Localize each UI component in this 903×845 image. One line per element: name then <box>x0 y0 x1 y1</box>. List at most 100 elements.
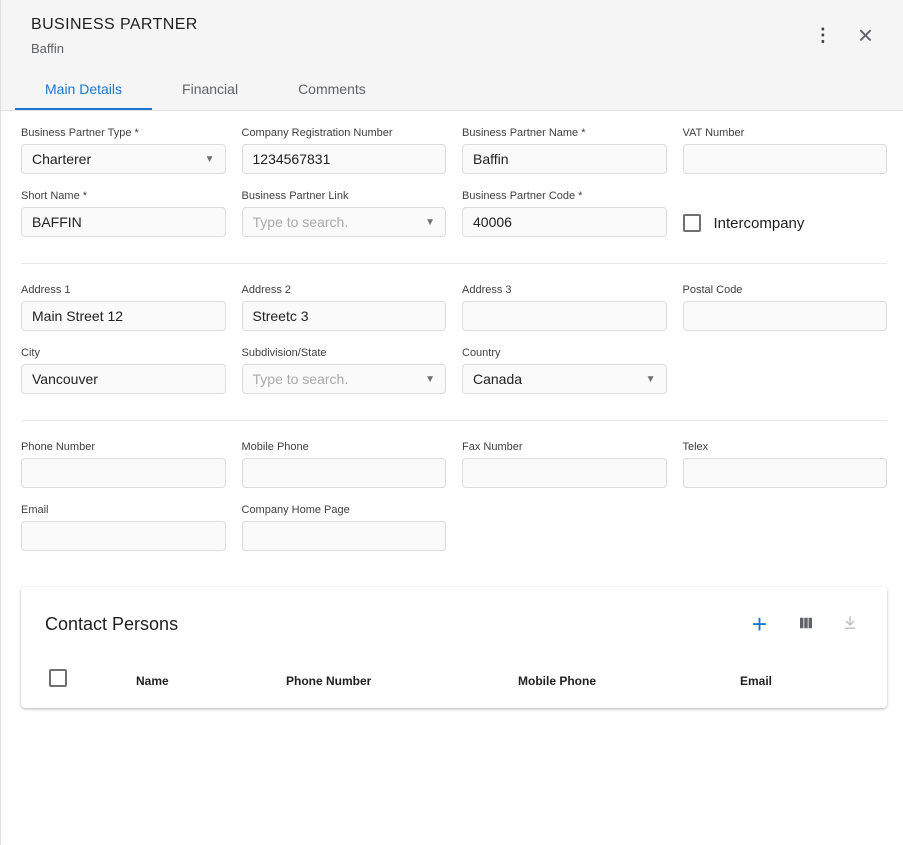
intercompany-label: Intercompany <box>714 215 805 232</box>
field-address-3: Address 3 <box>462 284 667 331</box>
subdivision-state-placeholder: Type to search. <box>253 371 349 387</box>
download-icon[interactable] <box>837 612 863 636</box>
select-all-checkbox[interactable] <box>49 669 67 687</box>
address-1-input[interactable] <box>21 301 226 331</box>
business-partner-type-label: Business Partner Type * <box>21 127 226 139</box>
contact-section: Phone Number Mobile Phone Fax Number Tel… <box>1 425 903 561</box>
tab-financial[interactable]: Financial <box>152 68 268 110</box>
field-address-2: Address 2 <box>242 284 447 331</box>
main-details-panel: Business Partner Type * Charterer ▼ Comp… <box>1 111 903 708</box>
field-intercompany: Intercompany <box>683 214 888 232</box>
mobile-phone-input[interactable] <box>242 458 447 488</box>
column-header-mobile-phone: Mobile Phone <box>498 674 720 688</box>
contact-persons-title: Contact Persons <box>45 614 178 635</box>
kebab-menu-icon[interactable]: ⋮ <box>806 24 840 46</box>
short-name-label: Short Name * <box>21 190 226 202</box>
business-partner-link-select[interactable]: Type to search. ▼ <box>242 207 447 237</box>
short-name-input[interactable] <box>21 207 226 237</box>
field-address-1: Address 1 <box>21 284 226 331</box>
add-contact-person-icon[interactable]: + <box>744 609 775 639</box>
dialog-header: BUSINESS PARTNER Baffin ⋮ × Main Details… <box>1 0 903 111</box>
tab-main-details[interactable]: Main Details <box>15 68 152 110</box>
address-3-input[interactable] <box>462 301 667 331</box>
header-actions: ⋮ × <box>806 16 881 50</box>
field-company-home-page: Company Home Page <box>242 504 447 551</box>
fax-number-label: Fax Number <box>462 441 667 453</box>
phone-number-input[interactable] <box>21 458 226 488</box>
field-business-partner-type: Business Partner Type * Charterer ▼ <box>21 127 226 174</box>
field-company-registration-number: Company Registration Number <box>242 127 447 174</box>
business-partner-link-label: Business Partner Link <box>242 190 447 202</box>
vat-number-label: VAT Number <box>683 127 888 139</box>
field-vat-number: VAT Number <box>683 127 888 174</box>
address-1-label: Address 1 <box>21 284 226 296</box>
fax-number-input[interactable] <box>462 458 667 488</box>
country-select[interactable]: Canada ▼ <box>462 364 667 394</box>
contact-persons-header: Contact Persons + <box>21 587 887 645</box>
email-input[interactable] <box>21 521 226 551</box>
city-input[interactable] <box>21 364 226 394</box>
field-phone-number: Phone Number <box>21 441 226 488</box>
contact-persons-actions: + <box>744 609 863 639</box>
page-title: BUSINESS PARTNER <box>31 16 198 34</box>
field-mobile-phone: Mobile Phone <box>242 441 447 488</box>
field-city: City <box>21 347 226 394</box>
company-home-page-input[interactable] <box>242 521 447 551</box>
business-partner-type-select[interactable]: Charterer ▼ <box>21 144 226 174</box>
address-3-label: Address 3 <box>462 284 667 296</box>
contact-persons-card: Contact Persons + <box>21 587 887 708</box>
column-header-name: Name <box>116 674 266 688</box>
vat-number-input[interactable] <box>683 144 888 174</box>
telex-label: Telex <box>683 441 888 453</box>
phone-number-label: Phone Number <box>21 441 226 453</box>
empty-cell <box>683 504 888 551</box>
field-fax-number: Fax Number <box>462 441 667 488</box>
email-label: Email <box>21 504 226 516</box>
field-business-partner-code: Business Partner Code * <box>462 190 667 237</box>
column-header-phone-number: Phone Number <box>266 674 498 688</box>
subdivision-state-select[interactable]: Type to search. ▼ <box>242 364 447 394</box>
page-subtitle: Baffin <box>31 41 198 56</box>
contact-persons-table-header: Name Phone Number Mobile Phone Email <box>21 669 887 692</box>
field-email: Email <box>21 504 226 551</box>
select-all-cell <box>21 669 116 692</box>
city-label: City <box>21 347 226 359</box>
section-divider <box>21 420 887 421</box>
header-titles: BUSINESS PARTNER Baffin <box>31 16 198 56</box>
business-partner-dialog: BUSINESS PARTNER Baffin ⋮ × Main Details… <box>1 0 903 708</box>
address-section: Address 1 Address 2 Address 3 Postal Cod… <box>1 268 903 404</box>
tab-comments[interactable]: Comments <box>268 68 396 110</box>
chevron-down-icon: ▼ <box>425 217 435 228</box>
company-home-page-label: Company Home Page <box>242 504 447 516</box>
column-settings-icon[interactable] <box>793 612 819 636</box>
intercompany-checkbox[interactable] <box>683 214 701 232</box>
chevron-down-icon: ▼ <box>205 154 215 165</box>
chevron-down-icon: ▼ <box>425 374 435 385</box>
address-2-input[interactable] <box>242 301 447 331</box>
business-partner-code-input[interactable] <box>462 207 667 237</box>
section-divider <box>21 263 887 264</box>
postal-code-label: Postal Code <box>683 284 888 296</box>
empty-cell <box>462 504 667 551</box>
header-top: BUSINESS PARTNER Baffin ⋮ × <box>1 0 903 56</box>
field-postal-code: Postal Code <box>683 284 888 331</box>
close-icon[interactable]: × <box>850 20 881 50</box>
field-short-name: Short Name * <box>21 190 226 237</box>
company-registration-number-input[interactable] <box>242 144 447 174</box>
country-value: Canada <box>473 371 522 387</box>
column-header-email: Email <box>720 674 887 688</box>
tab-bar: Main Details Financial Comments <box>1 68 903 110</box>
basic-section: Business Partner Type * Charterer ▼ Comp… <box>1 111 903 247</box>
business-partner-name-input[interactable] <box>462 144 667 174</box>
field-business-partner-link: Business Partner Link Type to search. ▼ <box>242 190 447 237</box>
empty-cell <box>683 347 888 394</box>
company-registration-number-label: Company Registration Number <box>242 127 447 139</box>
field-country: Country Canada ▼ <box>462 347 667 394</box>
postal-code-input[interactable] <box>683 301 888 331</box>
business-partner-type-value: Charterer <box>32 151 91 167</box>
chevron-down-icon: ▼ <box>646 374 656 385</box>
business-partner-code-label: Business Partner Code * <box>462 190 667 202</box>
address-2-label: Address 2 <box>242 284 447 296</box>
country-label: Country <box>462 347 667 359</box>
telex-input[interactable] <box>683 458 888 488</box>
